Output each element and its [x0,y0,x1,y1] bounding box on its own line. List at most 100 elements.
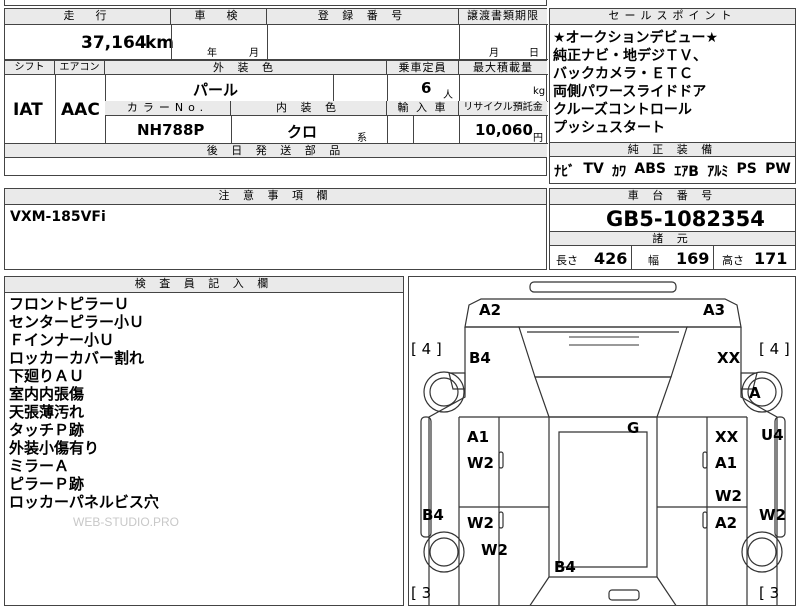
exterior-color-sub-cell [333,74,388,102]
inspector-note-line: タッチＰ跡 [9,421,85,439]
diagram-label-tire-rl: [ 3 [411,584,432,602]
import-car-sub-cell [413,115,460,144]
height-label: 高さ [722,254,744,267]
sales-point-line: 純正ナビ・地デジＴＶ、 [553,48,707,64]
inspector-note-line: ロッカーパネルビス穴 [9,493,159,511]
diagram-label-a1-left: A1 [467,428,490,446]
shaken-header: 車 検 [171,9,267,25]
recycle-deposit-header: リサイクル預託金 [459,101,547,116]
max-load-header: 最大積載量 [459,60,547,75]
diagram-label-tire-fl: [ 4 ] [411,340,442,358]
main-info-table: 走 行 車 検 登 録 番 号 譲渡書類期限 37,164 km 年 月 月 日… [4,8,548,176]
exterior-color-header: 外 装 色 [105,60,387,75]
top-strip [4,0,547,6]
diagram-label-w2-left2: W2 [467,514,494,532]
diagram-label-b4-rear: B4 [554,558,576,576]
registration-header: 登 録 番 号 [267,9,459,25]
sales-point-line: バックカメラ・ＥＴＣ [553,66,693,82]
registration-cell [267,24,460,60]
shift-header: シフト [5,60,55,75]
shift-value: IAT [13,100,43,120]
length-label: 長さ [556,254,578,267]
exterior-color-value: パール [193,81,239,99]
inspector-note-line: Ｆインナー小Ｕ [9,331,115,349]
diagram-label-b4-left: B4 [422,506,444,524]
original-equipment-header: 純 正 装 備 [550,142,795,157]
sales-point-line: 両側パワースライドドア [553,84,707,100]
sales-point-line: プッシュスタート [553,120,665,136]
later-parts-header: 後 日 発 送 部 品 [5,143,547,158]
sales-points-list: ★オークションデビュー★ 純正ナビ・地デジＴＶ、 バックカメラ・ＥＴＣ 両側パワースラ… [553,29,718,137]
color-no-value: NH788P [137,121,205,139]
transfer-month: 月 [489,48,499,59]
chassis-panel: 車 台 番 号 GB5-1082354 諸 元 長さ 426 幅 169 高さ … [549,188,796,270]
sales-points-panel: セールスポイント ★オークションデビュー★ 純正ナビ・地デジＴＶ、 バックカメラ・Ｅ… [549,8,796,184]
mileage-unit: km [145,33,175,53]
inspector-note-line: 天張薄汚れ [9,403,85,421]
equipment-item: TV [583,161,604,177]
equipment-item: ｴｱB [674,164,699,180]
inspector-note-line: 室内内張傷 [9,385,85,403]
watermark: WEB-STUDIO.PRO [73,515,180,529]
transfer-day: 日 [529,48,539,59]
color-no-header: カラーNo. [105,101,231,116]
inspector-note-line: センターピラー小Ｕ [9,313,145,331]
inspector-note-line: 外装小傷有り [9,439,100,457]
diagram-label-a1-right: A1 [715,454,738,472]
diagram-label-w2-right: W2 [715,487,742,505]
mileage-value: 37,164 [81,33,147,53]
sales-points-header: セールスポイント [550,9,795,25]
sales-point-line: クルーズコントロール [553,102,692,118]
transfer-deadline-header: 譲渡書類期限 [459,9,547,25]
max-load-unit: kg [533,86,546,97]
recycle-deposit-value: 10,060 [475,121,533,139]
diagram-label-xx-top: XX [717,349,741,367]
equipment-item: ﾅﾋﾞ [554,164,576,180]
diagram-label-w2-left: W2 [467,454,494,472]
inspector-note-line: フロントピラーＵ [9,295,130,313]
inspector-note-line: ミラーＡ [9,457,70,475]
inspector-panel: 検 査 員 記 入 欄 フロントピラーＵ センターピラー小Ｕ Ｆインナー小Ｕ ロッカー… [4,276,404,606]
diagram-label-w2-far: W2 [759,506,786,524]
aircon-header: エアコン [55,60,105,75]
capacity-header: 乗車定員 [387,60,459,75]
equipment-item: PS [736,161,757,177]
equipment-item: PW [765,161,791,177]
equipment-item: ABS [634,161,666,177]
inspector-note-line: 下廻りＡＵ [9,367,85,385]
mileage-header: 走 行 [5,9,171,25]
notes-header: 注 意 事 項 欄 [5,189,546,205]
width-value: 169 [676,249,710,268]
car-diagram-panel: A2 A3 [ 4 ] [ 4 ] B4 XX A G A1 XX U4 W2 … [408,276,796,606]
sales-point-line: ★オークションデビュー★ [553,30,719,46]
diagram-label-xx-right: XX [715,428,739,446]
shaken-year: 年 [207,48,217,59]
specs-header: 諸 元 [550,231,795,246]
aircon-value: AAC [61,100,100,120]
original-equipment-list: ﾅﾋﾞ TV ｶﾜ ABS ｴｱB ｱﾙﾐ PS PW [550,161,795,181]
diagram-label-tire-fr: [ 4 ] [759,340,790,358]
chassis-header: 車 台 番 号 [550,189,795,205]
interior-color-suffix: 系 [357,133,367,144]
diagram-label-a2-right: A2 [715,514,738,532]
equipment-item: ｶﾜ [612,164,627,180]
inspector-note-line: ピラーＰ跡 [9,475,85,493]
capacity-unit: 人 [443,90,453,101]
shaken-month: 月 [249,48,259,59]
inspector-note-line: ロッカーカバー割れ [9,349,145,367]
diagram-label-w2-rear: W2 [481,541,508,559]
diagram-label-u4: U4 [761,426,784,444]
interior-color-value: クロ [287,123,318,141]
notes-text: VXM-185VFi [10,209,106,225]
diagram-label-tire-rr: [ 3 [759,584,780,602]
diagram-label-g: G [627,419,640,437]
height-value: 171 [754,249,788,268]
import-car-header: 輸 入 車 [387,101,459,116]
width-label: 幅 [648,254,659,267]
chassis-number: GB5-1082354 [606,207,765,231]
inspector-header: 検 査 員 記 入 欄 [5,277,403,293]
notes-panel: 注 意 事 項 欄 VXM-185VFi [4,188,547,270]
length-value: 426 [594,249,628,268]
diagram-label-a-wheel: A [749,384,761,402]
recycle-deposit-unit: 円 [533,133,543,144]
